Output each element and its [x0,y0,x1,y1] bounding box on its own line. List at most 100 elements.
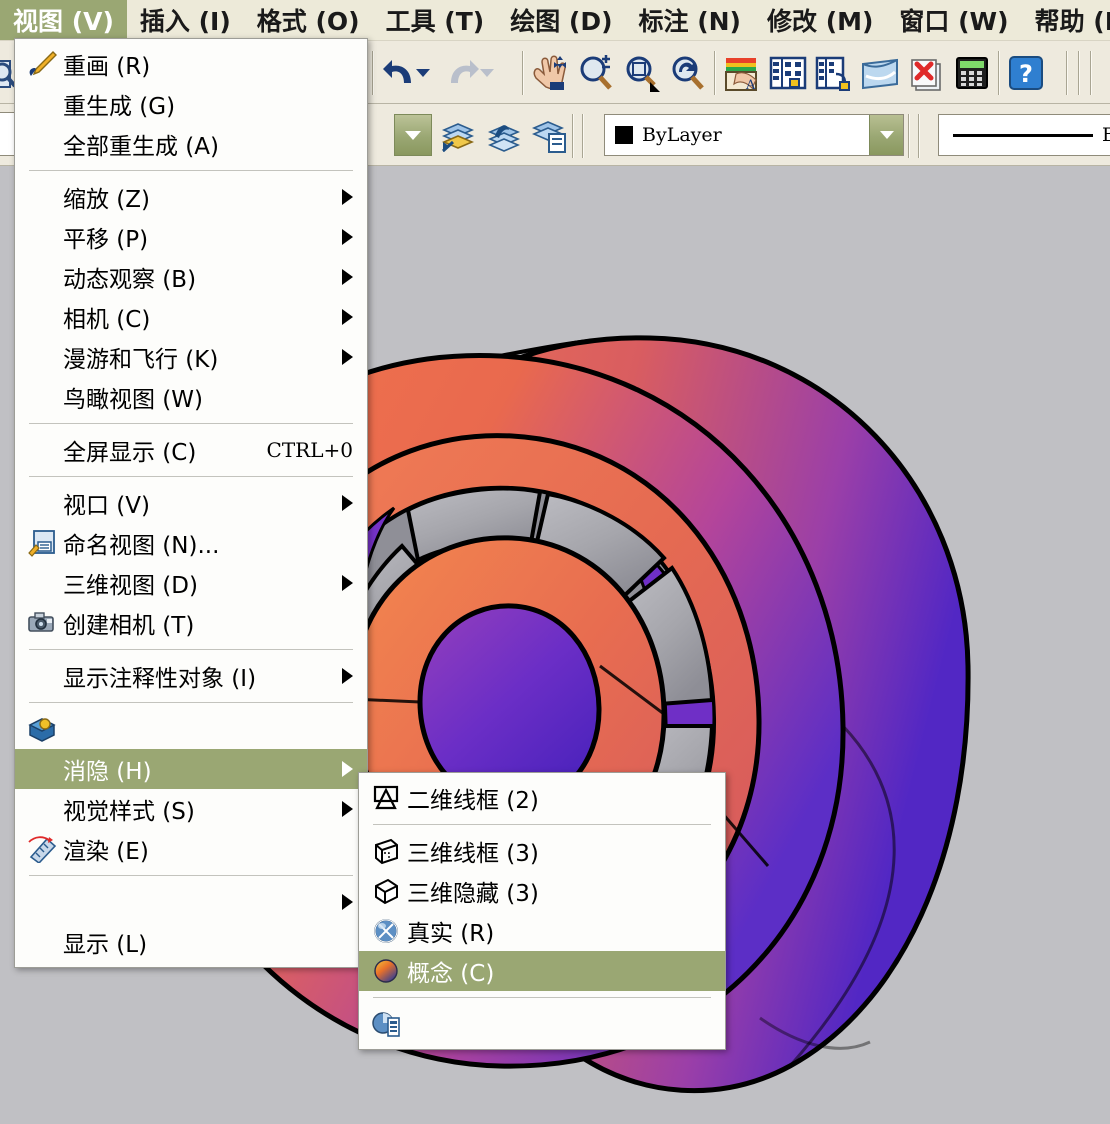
menu-item-regen-all[interactable]: 全部重生成 (A) [15,124,367,164]
menu-item-walk-and-fly[interactable]: 漫游和飞行 (K) [15,337,367,377]
properties-button[interactable]: A [720,51,764,95]
menu-item-hide[interactable] [15,709,367,749]
tool-palettes-button[interactable] [812,51,856,95]
menu-item-toolbars[interactable]: 显示 (L) [15,922,367,962]
color-control-combo[interactable]: ByLayer [604,114,904,156]
menu-item-label: 渲染 (E) [61,832,149,866]
menu-item-aerial-view[interactable]: 鸟瞰视图 (W) [15,377,367,417]
no-icon [23,487,61,519]
toolbar-grip[interactable] [582,114,584,158]
menu-item-label: 相机 (C) [61,300,150,334]
menu-item-label: 鸟瞰视图 (W) [61,380,203,414]
zoom-window-button[interactable] [620,51,664,95]
menu-window[interactable]: 窗口 (W) [886,0,1021,40]
toolbar-separator [522,51,524,95]
submenu-item-conceptual[interactable]: 概念 (C) [359,951,725,991]
zoom-previous-button[interactable] [666,51,710,95]
quickcalc-button[interactable] [950,51,994,95]
menu-modify[interactable]: 修改 (M) [754,0,886,40]
submenu-item-3d-hidden[interactable]: 三维隐藏 (3) [359,871,725,911]
pan-button[interactable] [528,51,572,95]
hidden-3d-icon [367,875,405,907]
layer-properties-button[interactable] [528,114,572,158]
menu-item-show-annotative-objects[interactable]: 显示注释性对象 (I) [15,656,367,696]
layer-previous-button[interactable] [436,114,480,158]
menu-dimension[interactable]: 标注 (N) [626,0,754,40]
linetype-control-combo[interactable]: ByLay [938,114,1110,156]
menu-item-zoom[interactable]: 缩放 (Z) [15,177,367,217]
menu-separator [29,170,353,171]
menu-modify-label: 修改 (M) [767,2,873,38]
submenu-item-2d-wireframe[interactable]: 二维线框 (2) [359,778,725,818]
no-icon [23,434,61,466]
layer-control-dropdown[interactable] [394,114,432,156]
menu-item-label: 重生成 (G) [61,87,175,121]
submenu-item-realistic[interactable]: 真实 (R) [359,911,725,951]
menu-item-visual-styles[interactable]: 消隐 (H) [15,749,367,789]
no-icon [23,261,61,293]
toolbar-grip[interactable] [908,114,910,158]
menu-item-label: 平移 (P) [61,220,148,254]
submenu-item-visual-style-manager[interactable] [359,1004,725,1044]
menu-item-camera[interactable]: 相机 (C) [15,297,367,337]
menu-item-3d-views[interactable]: 三维视图 (D) [15,563,367,603]
submenu-arrow-icon [342,894,353,910]
no-icon [23,128,61,160]
zoom-previous-icon [668,54,708,92]
menu-item-orbit[interactable]: 动态观察 (B) [15,257,367,297]
menu-item-viewports[interactable]: 视口 (V) [15,483,367,523]
conceptual-icon [367,955,405,987]
submenu-item-3d-wireframe[interactable]: 三维线框 (3) [359,831,725,871]
toolbar-grip[interactable] [1090,51,1092,95]
linetype-control-value-wrap: ByLay [939,124,1110,146]
undo-dropdown-button[interactable] [412,51,434,95]
toolbar-grip[interactable] [918,114,920,158]
menu-item-create-camera[interactable]: 创建相机 (T) [15,603,367,643]
layer-states-button[interactable] [482,114,526,158]
toolbar-grip[interactable] [1066,51,1068,95]
no-icon [23,793,61,825]
zoom-realtime-icon [576,54,616,92]
toolbar-grip[interactable] [572,114,574,158]
sheet-set-button[interactable] [858,51,902,95]
menu-draw[interactable]: 绘图 (D) [497,0,625,40]
color-control-dropdown-button[interactable] [869,115,903,155]
menu-bar: 视图 (V) 插入 (I) 格式 (O) 工具 (T) 绘图 (D) 标注 (N… [0,0,1110,40]
menu-format[interactable]: 格式 (O) [244,0,373,40]
menu-insert[interactable]: 插入 (I) [127,0,244,40]
menu-tools[interactable]: 工具 (T) [373,0,498,40]
markup-set-icon [906,54,946,92]
toolbar-separator [998,51,1000,95]
submenu-arrow-icon [342,761,353,777]
view-dropdown-menu: 重画 (R) 重生成 (G) 全部重生成 (A) 缩放 (Z) 平移 (P) 动… [14,38,368,968]
properties-palette-icon: A [722,54,762,92]
menu-item-regen[interactable]: 重生成 (G) [15,84,367,124]
menu-separator [373,824,711,825]
menu-item-render[interactable]: 视觉样式 (S) [15,789,367,829]
help-button[interactable]: ? [1004,51,1048,95]
menu-item-motion-path-animations[interactable]: 渲染 (E) [15,829,367,869]
redo-dropdown-button[interactable] [476,51,498,95]
linetype-sample [953,134,1093,137]
menu-separator [29,423,353,424]
designcenter-button[interactable] [766,51,810,95]
menu-help[interactable]: 帮助 (H) [1022,0,1110,40]
wireframe-2d-icon [367,782,405,814]
toolbar-grip[interactable] [1078,51,1080,95]
menu-item-pan[interactable]: 平移 (P) [15,217,367,257]
submenu-item-label: 三维线框 (3) [405,834,539,868]
markup-set-button[interactable] [904,51,948,95]
menu-item-display[interactable] [15,882,367,922]
help-question-icon: ? [1006,54,1046,92]
menu-item-redraw[interactable]: 重画 (R) [15,44,367,84]
menu-help-label: 帮助 (H) [1035,2,1110,38]
named-view-icon [23,527,61,559]
svg-text:?: ? [1019,60,1033,88]
menu-item-named-views[interactable]: 命名视图 (N)... [15,523,367,563]
zoom-realtime-button[interactable] [574,51,618,95]
menu-item-clean-screen[interactable]: 全屏显示 (C) CTRL+0 [15,430,367,470]
menu-view[interactable]: 视图 (V) [0,0,127,40]
visual-style-submenu: 二维线框 (2) 三维线框 (3) 三 [358,772,726,1050]
no-icon [23,181,61,213]
menu-separator [29,476,353,477]
